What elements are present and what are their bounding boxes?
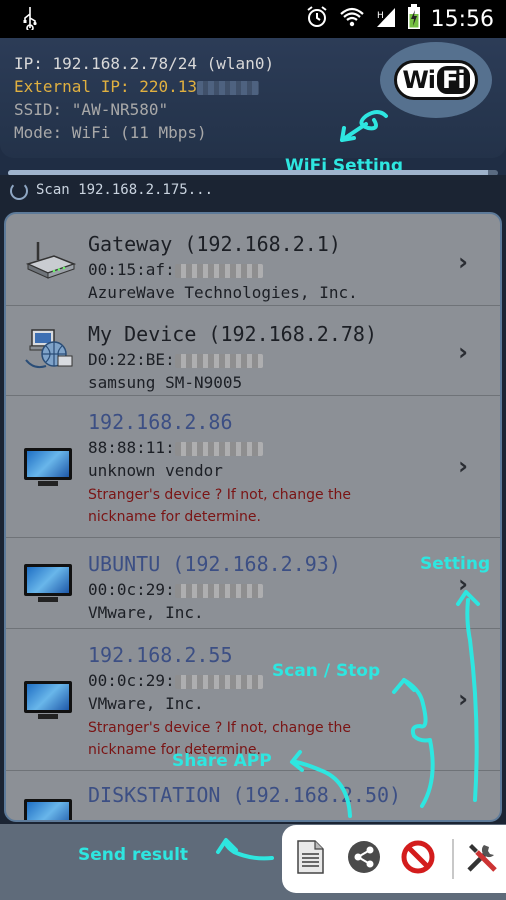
external-ip-text: External IP: 220.13 [14, 77, 198, 96]
device-row-my-device[interactable]: My Device (192.168.2.78) D0:22:BE: samsu… [6, 306, 500, 396]
send-result-annotation: Send result [78, 845, 189, 865]
chevron-right-icon[interactable]: › [458, 452, 468, 480]
device-mac: 88:88:11: [88, 438, 263, 457]
device-mac-text: 88:88:11: [88, 438, 175, 457]
share-app-annotation: Share APP [172, 751, 272, 771]
send-result-button[interactable] [286, 835, 334, 883]
stranger-warning: Stranger's device ? If not, change the n… [88, 487, 352, 525]
device-vendor: VMware, Inc. [88, 603, 204, 622]
device-name: 192.168.2.86 [88, 410, 233, 434]
redacted-block [197, 80, 260, 95]
device-mac: 00:0c:29: [88, 671, 263, 690]
device-mac: D0:22:BE: [88, 350, 263, 369]
chevron-right-icon[interactable]: › [458, 248, 468, 276]
battery-icon [407, 4, 421, 34]
setting-annotation: Setting [420, 554, 491, 574]
document-icon [295, 840, 325, 878]
device-mac-text: 00:15:af: [88, 260, 175, 279]
status-bar: H 15:56 [0, 0, 506, 38]
router-icon [24, 236, 77, 282]
device-vendor: unknown vendor [88, 461, 223, 480]
device-vendor: VMware, Inc. [88, 694, 204, 713]
redacted-block [174, 441, 263, 456]
scan-status-text: Scan 192.168.2.175... [36, 182, 214, 198]
chevron-right-icon[interactable]: › [458, 570, 468, 598]
wifi-logo-icon: Wi Fi [394, 60, 478, 100]
scan-stop-annotation: Scan / Stop [272, 661, 381, 681]
device-name: 192.168.2.55 [88, 643, 233, 667]
usb-icon [22, 6, 38, 34]
device-row-192-168-2-86[interactable]: 192.168.2.86 88:88:11: unknown vendor St… [6, 396, 500, 538]
chevron-right-icon[interactable]: › [458, 685, 468, 713]
device-name: DISKSTATION (192.168.2.50) [88, 783, 402, 807]
device-vendor: AzureWave Technologies, Inc. [88, 283, 358, 302]
ip-address: IP: 192.168.2.78/24 (wlan0) [14, 54, 275, 73]
settings-button[interactable] [458, 835, 506, 883]
spinner-icon [10, 182, 28, 200]
redacted-block [174, 263, 263, 278]
stop-icon [401, 840, 435, 878]
device-name: My Device (192.168.2.78) [88, 322, 377, 346]
external-ip: External IP: 220.13 [14, 75, 274, 98]
wifi-mode: Mode: WiFi (11 Mbps) [14, 123, 207, 142]
ssid: SSID: "AW-NR580" [14, 100, 169, 119]
device-mac-text: 00:0c:29: [88, 580, 175, 599]
connection-info-panel: IP: 192.168.2.78/24 (wlan0) External IP:… [0, 38, 506, 176]
wifi-settings-button[interactable]: Wi Fi [380, 42, 492, 118]
wifi-logo-right: Fi [437, 66, 470, 94]
device-mac: 00:15:af: [88, 260, 263, 279]
alarm-icon [305, 5, 329, 33]
redacted-block [174, 353, 263, 368]
redacted-block [174, 583, 263, 598]
wifi-signal-icon [339, 5, 365, 33]
device-mac-text: D0:22:BE: [88, 350, 175, 369]
chevron-right-icon[interactable]: › [458, 338, 468, 366]
svg-text:H: H [377, 11, 384, 21]
clock: 15:56 [430, 6, 494, 32]
device-vendor: samsung SM-N9005 [88, 373, 243, 392]
network-computer-icon [24, 326, 76, 372]
wifi-logo-left: Wi [402, 66, 436, 94]
monitor-icon [24, 799, 76, 820]
scan-stop-button[interactable] [394, 835, 442, 883]
connection-info: IP: 192.168.2.78/24 (wlan0) External IP:… [14, 52, 274, 144]
share-icon [347, 840, 381, 878]
device-row-gateway[interactable]: Gateway (192.168.2.1) 00:15:af: AzureWav… [6, 214, 500, 306]
device-mac: 00:0c:29: [88, 580, 263, 599]
monitor-icon [24, 564, 76, 610]
monitor-icon [24, 448, 76, 494]
device-name: Gateway (192.168.2.1) [88, 232, 341, 256]
device-name: UBUNTU (192.168.2.93) [88, 552, 341, 576]
cell-signal-icon: H [375, 5, 397, 33]
device-row-192-168-2-55[interactable]: 192.168.2.55 00:0c:29: VMware, Inc. Stra… [6, 629, 500, 771]
tools-icon [464, 839, 500, 879]
action-toolbar [282, 825, 506, 893]
device-mac-text: 00:0c:29: [88, 671, 175, 690]
device-row-diskstation[interactable]: DISKSTATION (192.168.2.50) [6, 771, 500, 820]
device-row-ubuntu[interactable]: UBUNTU (192.168.2.93) 00:0c:29: VMware, … [6, 538, 500, 629]
share-app-button[interactable] [340, 835, 388, 883]
monitor-icon [24, 681, 76, 727]
toolbar-divider [452, 839, 454, 879]
redacted-block [174, 674, 263, 689]
device-list[interactable]: Gateway (192.168.2.1) 00:15:af: AzureWav… [4, 212, 502, 822]
scan-status: Scan 192.168.2.175... [0, 175, 506, 207]
